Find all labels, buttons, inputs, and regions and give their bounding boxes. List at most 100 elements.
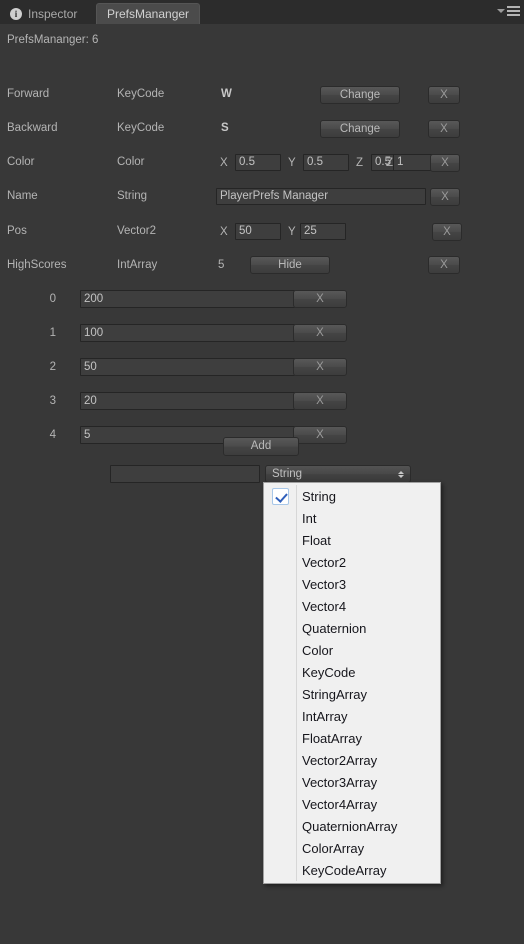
pos-field-x[interactable]: 50 xyxy=(235,223,281,240)
hamburger-icon xyxy=(507,6,520,16)
menu-item-label: ColorArray xyxy=(302,840,365,856)
array-index-2: 2 xyxy=(49,361,56,373)
pos-field-y[interactable]: 25 xyxy=(300,223,346,240)
menu-item-vector2array[interactable]: Vector2Array xyxy=(264,749,440,771)
menu-item-label: QuaternionArray xyxy=(302,818,398,834)
tab-prefsmananger[interactable]: PrefsMananger xyxy=(96,3,201,24)
array-delete-button-1[interactable]: X xyxy=(293,324,347,342)
color-field-1[interactable]: 0.5 xyxy=(303,154,349,171)
color-field-0[interactable]: 0.5 xyxy=(235,154,281,171)
delete-button-forward[interactable]: X xyxy=(428,86,460,104)
row-name-color: Color xyxy=(7,156,35,168)
array-index-1: 1 xyxy=(49,327,56,339)
row-type-color: Color xyxy=(117,156,145,168)
menu-item-vector3[interactable]: Vector3 xyxy=(264,573,440,595)
tab-menu-icon[interactable] xyxy=(497,6,520,16)
array-delete-button-3[interactable]: X xyxy=(293,392,347,410)
menu-item-vector4array[interactable]: Vector4Array xyxy=(264,793,440,815)
array-delete-button-2[interactable]: X xyxy=(293,358,347,376)
menu-item-label: Quaternion xyxy=(302,620,367,636)
row-name-pos: Pos xyxy=(7,225,27,237)
menu-item-floatarray[interactable]: FloatArray xyxy=(264,727,440,749)
array-index-0: 0 xyxy=(49,293,56,305)
menu-item-quaternion[interactable]: Quaternion xyxy=(264,617,440,639)
array-index-3: 3 xyxy=(49,395,56,407)
array-index-4: 4 xyxy=(49,429,56,441)
row-value-backward: S xyxy=(221,122,229,134)
new-key-input[interactable] xyxy=(110,465,260,483)
menu-item-keycode[interactable]: KeyCode xyxy=(264,661,440,683)
menu-item-label: Color xyxy=(302,642,334,658)
info-icon: i xyxy=(10,7,22,20)
menu-item-float[interactable]: Float xyxy=(264,529,440,551)
row-count-highscores: 5 xyxy=(218,259,225,271)
chevron-down-icon xyxy=(497,9,505,13)
menu-item-label: Vector4Array xyxy=(302,796,378,812)
menu-item-label: Vector2 xyxy=(302,554,347,570)
array-delete-button-4[interactable]: X xyxy=(293,426,347,444)
type-select[interactable]: String xyxy=(265,465,411,483)
hide-button-highscores[interactable]: Hide xyxy=(250,256,330,274)
add-button[interactable]: Add xyxy=(223,437,299,456)
menu-item-label: KeyCodeArray xyxy=(302,862,387,878)
tab-inspector-label: Inspector xyxy=(28,6,78,21)
array-value-field-2[interactable]: 50 xyxy=(80,358,295,376)
menu-item-label: Float xyxy=(302,532,331,548)
menu-item-vector3array[interactable]: Vector3Array xyxy=(264,771,440,793)
array-delete-button-0[interactable]: X xyxy=(293,290,347,308)
row-name-highscores: HighScores xyxy=(7,259,67,271)
delete-button-color[interactable]: X xyxy=(430,154,460,172)
delete-button-highscores[interactable]: X xyxy=(428,256,460,274)
menu-item-color[interactable]: Color xyxy=(264,639,440,661)
type-select-value: String xyxy=(272,468,303,480)
delete-button-backward[interactable]: X xyxy=(428,120,460,138)
inspector-tabbar: i Inspector PrefsMananger xyxy=(0,0,524,25)
menu-item-label: KeyCode xyxy=(302,664,356,680)
array-value-field-0[interactable]: 200 xyxy=(80,290,295,308)
menu-item-stringarray[interactable]: StringArray xyxy=(264,683,440,705)
pos-axis-label-1: Y xyxy=(288,226,296,238)
menu-item-colorarray[interactable]: ColorArray xyxy=(264,837,440,859)
menu-item-label: StringArray xyxy=(302,686,368,702)
menu-item-label: IntArray xyxy=(302,708,348,724)
type-dropdown-menu[interactable]: String Int Float Vector2 Vector3 Vector4… xyxy=(263,482,441,884)
menu-item-label: Vector4 xyxy=(302,598,347,614)
menu-item-label: String xyxy=(302,488,336,504)
color-axis-label-1: Y xyxy=(288,157,296,169)
row-type-pos: Vector2 xyxy=(117,225,156,237)
row-type-forward: KeyCode xyxy=(117,88,165,100)
change-button-forward[interactable]: Change xyxy=(320,86,400,104)
row-name-forward: Forward xyxy=(7,88,50,100)
menu-item-intarray[interactable]: IntArray xyxy=(264,705,440,727)
delete-button-pos[interactable]: X xyxy=(432,223,462,241)
menu-item-keycodearray[interactable]: KeyCodeArray xyxy=(264,859,440,881)
color-axis-label-0: X xyxy=(220,157,228,169)
array-value-field-1[interactable]: 100 xyxy=(80,324,295,342)
menu-item-quaternionarray[interactable]: QuaternionArray xyxy=(264,815,440,837)
change-button-backward[interactable]: Change xyxy=(320,120,400,138)
menu-item-label: Vector3 xyxy=(302,576,347,592)
array-value-field-3[interactable]: 20 xyxy=(80,392,295,410)
check-icon xyxy=(271,487,289,505)
menu-item-vector4[interactable]: Vector4 xyxy=(264,595,440,617)
color-axis-label-3: Z xyxy=(386,157,394,169)
updown-arrows-icon xyxy=(398,470,404,478)
tab-inspector[interactable]: i Inspector xyxy=(0,3,87,24)
menu-item-label: Vector2Array xyxy=(302,752,378,768)
menu-item-int[interactable]: Int xyxy=(264,507,440,529)
row-type-highscores: IntArray xyxy=(117,259,158,271)
menu-item-label: FloatArray xyxy=(302,730,362,746)
row-name-backward: Backward xyxy=(7,122,58,134)
delete-button-name[interactable]: X xyxy=(430,188,460,206)
menu-item-vector2[interactable]: Vector2 xyxy=(264,551,440,573)
row-type-name: String xyxy=(117,190,148,202)
row-name-name: Name xyxy=(7,190,38,202)
name-value-field[interactable]: PlayerPrefs Manager xyxy=(216,188,426,205)
pos-axis-label-0: X xyxy=(220,226,228,238)
page-title: PrefsMananger: 6 xyxy=(7,34,99,46)
menu-item-label: Int xyxy=(302,510,317,526)
menu-item-string[interactable]: String xyxy=(264,485,440,507)
tab-prefsmananger-label: PrefsMananger xyxy=(107,7,190,21)
inspector-body: PrefsMananger: 6 Forward KeyCode W Chang… xyxy=(0,24,524,944)
row-type-backward: KeyCode xyxy=(117,122,165,134)
